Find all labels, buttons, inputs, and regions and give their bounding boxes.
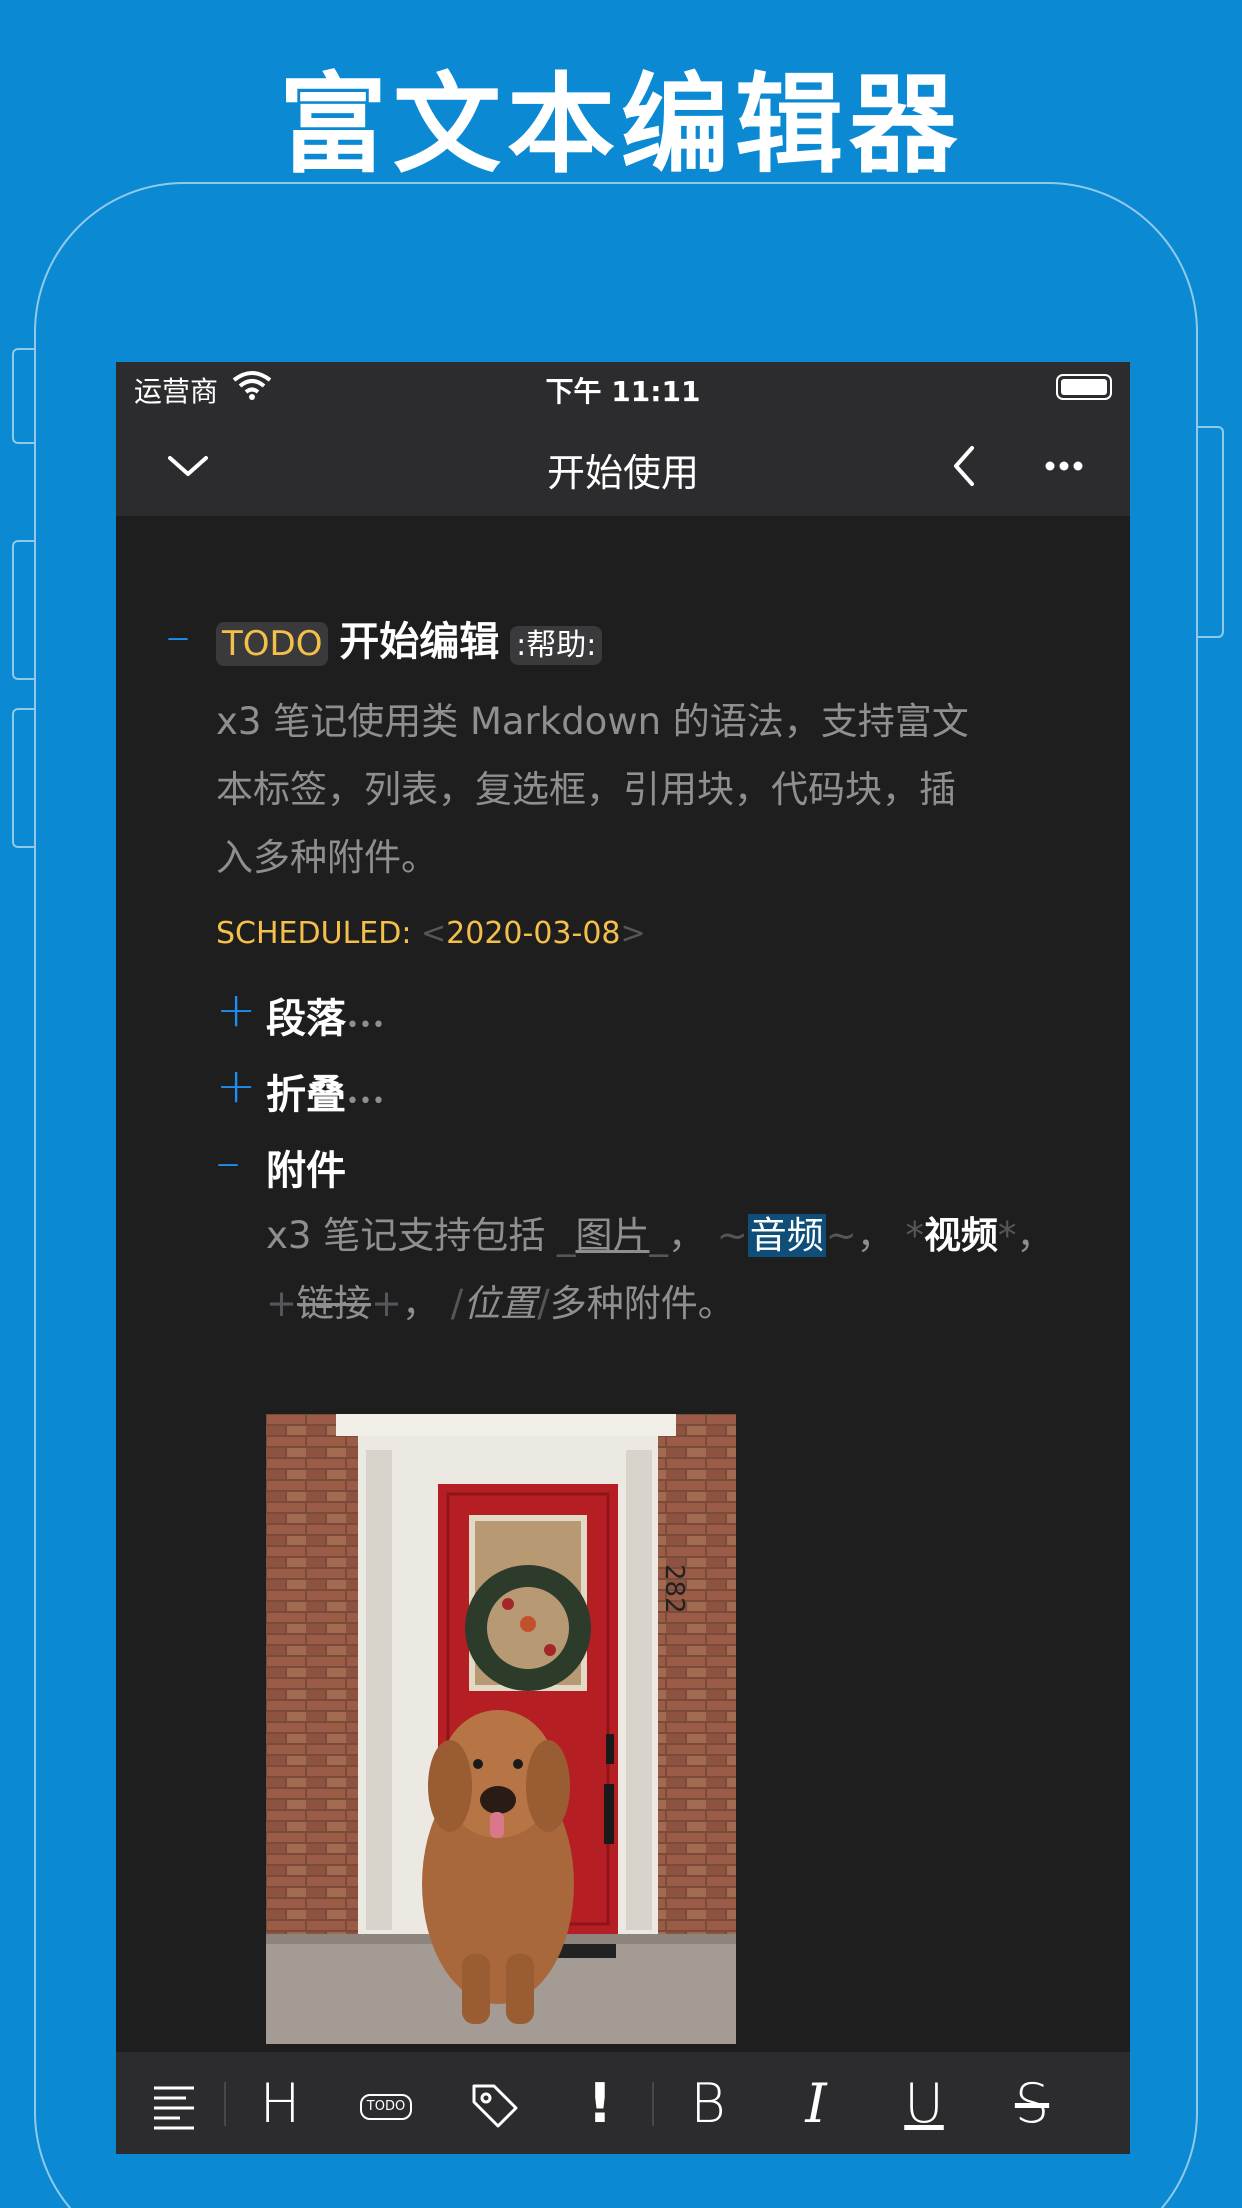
comma: ， xyxy=(856,1214,894,1257)
video-attachment-link[interactable]: 视频 xyxy=(924,1214,998,1257)
underline-icon[interactable]: U xyxy=(894,2074,954,2134)
link-attachment[interactable]: 链接 xyxy=(297,1282,371,1325)
status-bar: 运营商 下午 11:11 xyxy=(116,362,1130,412)
collapse-bullet[interactable]: – xyxy=(216,1134,240,1190)
status-time: 下午 11:11 xyxy=(545,375,701,408)
todo-icon-label: TODO xyxy=(359,2094,413,2121)
location-attachment[interactable]: 位置 xyxy=(463,1282,537,1325)
bold-marker: * xyxy=(998,1214,1017,1257)
strikethrough-icon[interactable]: S xyxy=(1002,2074,1062,2134)
date-bracket-open: < xyxy=(421,916,447,951)
image-attachment-link[interactable]: 图片 xyxy=(575,1214,649,1257)
battery-icon xyxy=(1056,374,1112,400)
back-arrow-icon[interactable] xyxy=(936,438,992,494)
italic-marker: / xyxy=(537,1282,550,1325)
scheduled-label: SCHEDULED: xyxy=(216,916,412,951)
formatting-toolbar: H TODO ! B I U S xyxy=(116,2052,1130,2154)
collapse-bullet[interactable]: – xyxy=(166,608,190,664)
scheduled-date[interactable]: 2020-03-08 xyxy=(446,916,620,951)
section-title: 附件 xyxy=(266,1148,346,1194)
italic-icon[interactable]: I xyxy=(786,2074,846,2134)
expand-bullet[interactable]: + xyxy=(216,1058,256,1114)
headline: 富文本编辑器 xyxy=(278,63,963,188)
underline-marker: _ xyxy=(556,1214,576,1257)
text-run: 多种附件。 xyxy=(549,1282,735,1325)
dog-photo-illustration: 282 xyxy=(266,1414,736,2044)
link-marker: + xyxy=(371,1282,403,1325)
phone-side-button xyxy=(12,708,36,848)
folded-ellipsis[interactable]: ••• xyxy=(346,1013,385,1038)
link-marker: + xyxy=(266,1282,298,1325)
scheduled-line[interactable]: SCHEDULED: <2020-03-08> xyxy=(216,916,646,951)
tag-icon[interactable] xyxy=(464,2074,524,2134)
toolbar-separator xyxy=(652,2082,654,2126)
section-title: 折叠 xyxy=(266,1072,346,1118)
intro-line: 本标签，列表，复选框，引用块，代码块，插 xyxy=(216,768,956,811)
phone-side-button xyxy=(1196,426,1224,638)
comma: ， xyxy=(667,1214,705,1257)
comma: ， xyxy=(1016,1214,1054,1257)
heading-text: 开始编辑 xyxy=(339,619,500,665)
attachment-description-line: x3 笔记支持包括 _图片_， ~音频~， *视频*， xyxy=(266,1202,1054,1270)
heading-icon[interactable]: H xyxy=(250,2074,310,2134)
phone-side-button xyxy=(12,348,36,444)
underline-marker: _ xyxy=(649,1214,668,1257)
todo-keyword[interactable]: TODO xyxy=(216,622,329,666)
toolbar-separator xyxy=(224,2082,226,2126)
intro-line: x3 笔记使用类 Markdown 的语法，支持富文 xyxy=(216,700,969,743)
strike-marker: ~ xyxy=(716,1214,748,1257)
priority-icon[interactable]: ! xyxy=(570,2074,630,2134)
image-attachment[interactable]: 282 xyxy=(266,1414,736,2044)
paragraph-icon[interactable] xyxy=(144,2074,204,2134)
navigation-bar: 开始使用 xyxy=(116,412,1130,516)
more-icon[interactable] xyxy=(1036,438,1092,494)
section-item[interactable]: 折叠••• xyxy=(266,1062,385,1120)
bold-marker: * xyxy=(905,1214,925,1257)
expand-bullet[interactable]: + xyxy=(216,982,256,1038)
heading-line[interactable]: TODO 开始编辑 :帮助: xyxy=(216,616,603,672)
date-bracket-close: > xyxy=(620,916,646,951)
section-item[interactable]: 附件 xyxy=(266,1138,346,1196)
audio-attachment-selected[interactable]: 音频 xyxy=(747,1214,826,1257)
italic-marker: / xyxy=(450,1282,464,1325)
comma: ， xyxy=(402,1282,440,1325)
folded-ellipsis[interactable]: ••• xyxy=(346,1089,385,1114)
intro-line: 入多种附件。 xyxy=(216,836,438,879)
phone-screen: 运营商 下午 11:11 开始使用 – TODO 开始编辑 :帮助: x3 笔记… xyxy=(116,362,1130,2154)
bold-icon[interactable]: B xyxy=(678,2074,738,2134)
house-number: 282 xyxy=(659,1564,689,1614)
tag-chip[interactable]: :帮助: xyxy=(510,626,603,665)
attachment-description-line: +链接+， /位置/多种附件。 xyxy=(266,1270,735,1338)
section-title: 段落 xyxy=(266,996,346,1042)
phone-side-button xyxy=(12,540,36,680)
todo-icon[interactable]: TODO xyxy=(356,2074,416,2134)
strike-marker: ~ xyxy=(825,1214,857,1257)
section-item[interactable]: 段落••• xyxy=(266,986,385,1044)
text-run: x3 笔记支持包括 xyxy=(266,1214,546,1257)
